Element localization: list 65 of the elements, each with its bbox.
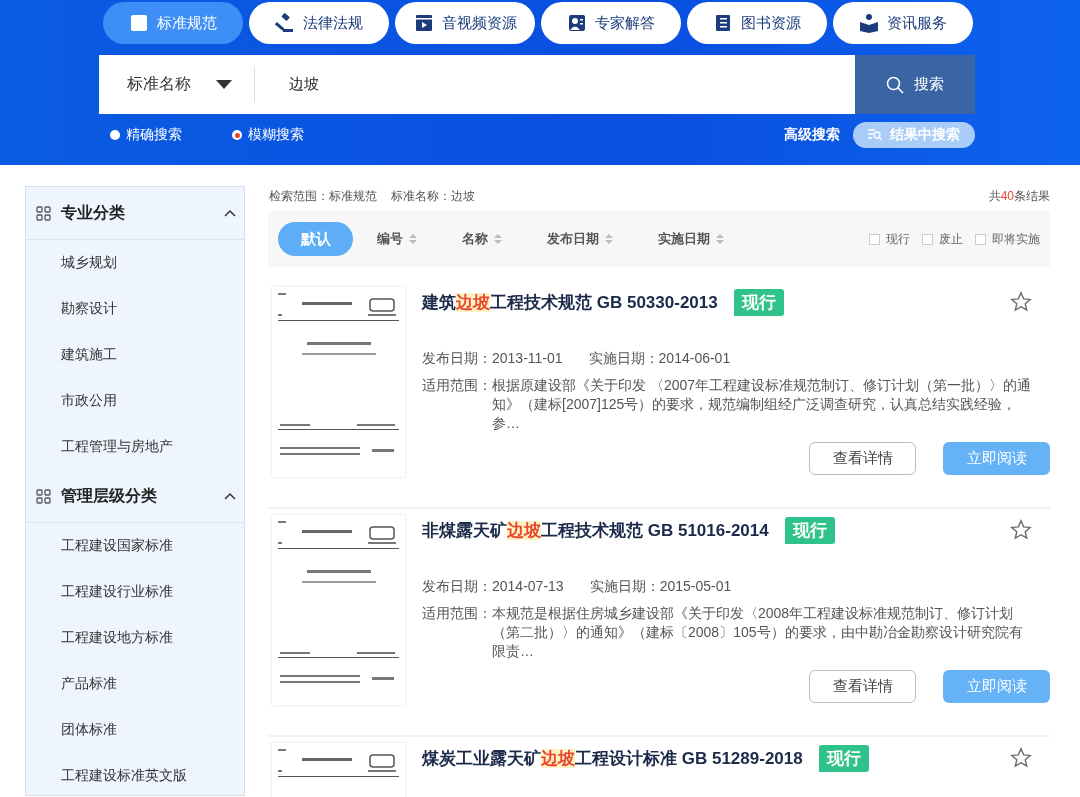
category-dropdown[interactable]: 标准名称 [99, 55, 254, 114]
search-button[interactable]: 搜索 [855, 55, 975, 114]
standard-title[interactable]: 煤炭工业露天矿边坡工程设计标准 GB 51289-2018 [422, 746, 803, 770]
publish-date: 发布日期：2013-11-01 [422, 350, 563, 368]
book-icon [713, 13, 733, 33]
category-header[interactable]: 管理层级分类 [26, 470, 244, 523]
search-field[interactable]: 边坡 [255, 55, 855, 114]
status-checkbox[interactable]: 现行 [869, 230, 910, 248]
search-scope-text: 标准名称：边坡 [391, 187, 475, 205]
sidebar-item[interactable]: 勘察设计 [61, 300, 117, 318]
sidebar-item[interactable]: 城乡规划 [61, 254, 117, 272]
grid-icon [36, 488, 51, 504]
sidebar-item[interactable]: 工程建设标准英文版 [61, 767, 187, 785]
nav-tab[interactable]: 音视频资源 [395, 2, 535, 44]
sort-option[interactable]: 编号 [377, 230, 417, 248]
advanced-search-link[interactable]: 高级搜索 [784, 126, 840, 144]
implement-date: 实施日期：2015-05-01 [589, 578, 732, 596]
details-button[interactable]: 查看详情 [809, 670, 916, 703]
dropdown-caret-icon [216, 79, 232, 90]
status-badge: 现行 [733, 288, 784, 316]
standard-title[interactable]: 建筑边坡工程技术规范 GB 50330-2013 [422, 290, 718, 314]
nav-tab[interactable]: 专家解答 [541, 2, 681, 44]
star-icon[interactable] [1010, 519, 1032, 541]
sort-option[interactable]: 名称 [462, 230, 502, 248]
nav-tab[interactable]: 图书资源 [687, 2, 827, 44]
star-icon[interactable] [1010, 747, 1032, 769]
category-title: 专业分类 [61, 202, 125, 223]
category-title: 管理层级分类 [61, 485, 157, 506]
sort-option[interactable]: 实施日期 [658, 230, 724, 248]
scope-text: 根据原建设部《关于印发 〈2007年工程建设标准规范制订、修订计划（第一批）〉的通知》（建标[2007]125号）的要求，规范编制组经广泛调查研究，认真总结实践经验，参… [492, 376, 1032, 433]
gavel-icon [275, 13, 295, 33]
video-icon [413, 13, 434, 33]
sidebar-item[interactable]: 产品标准 [61, 675, 117, 693]
sidebar-item[interactable]: 建筑施工 [61, 346, 117, 364]
nav-tab[interactable]: 法律法规 [249, 2, 389, 44]
grid-icon [36, 205, 51, 221]
sort-option[interactable]: 发布日期 [547, 230, 613, 248]
scope-text: 本规范是根据住房城乡建设部《关于印发〈2008年工程建设标准规范制订、修订计划（第二批）〉的通知》（建标〔2008〕105号）的要求，由中勘冶金勘察设计研究院有限责… [492, 604, 1024, 661]
nav-tab[interactable]: 资讯服务 [833, 2, 973, 44]
search-mode-radio[interactable]: 精确搜索 [110, 126, 182, 144]
sidebar-item[interactable]: 工程建设行业标准 [61, 583, 173, 601]
status-checkbox[interactable]: 即将实施 [975, 230, 1040, 248]
details-button[interactable]: 查看详情 [809, 442, 916, 475]
status-checkbox[interactable]: 废止 [922, 230, 963, 248]
implement-date: 实施日期：2014-06-01 [588, 350, 731, 368]
search-icon [886, 75, 904, 94]
filter-search-icon [868, 129, 882, 141]
sidebar-item[interactable]: 市政公用 [61, 392, 117, 410]
scope-label: 适用范围： [422, 376, 492, 395]
sidebar-item[interactable]: 工程建设地方标准 [61, 629, 173, 647]
scope-label: 适用范围： [422, 604, 492, 623]
star-icon[interactable] [1010, 291, 1032, 313]
search-scope-text: 检索范围：标准规范 [269, 187, 377, 205]
sidebar-item[interactable]: 团体标准 [61, 721, 117, 739]
category-header[interactable]: 专业分类 [26, 187, 244, 240]
result-count: 共40条结果 [988, 187, 1050, 205]
status-badge: 现行 [784, 516, 835, 544]
sidebar-item[interactable]: 工程管理与房地产 [61, 438, 173, 456]
search-mode-radio[interactable]: 模糊搜索 [232, 126, 304, 144]
standard-title[interactable]: 非煤露天矿边坡工程技术规范 GB 51016-2014 [422, 518, 769, 542]
reader-icon [859, 13, 879, 33]
publish-date: 发布日期：2014-07-13 [422, 578, 564, 596]
person-card-icon [567, 13, 587, 33]
status-badge: 现行 [818, 744, 869, 772]
sidebar-item[interactable]: 工程建设国家标准 [61, 537, 173, 555]
